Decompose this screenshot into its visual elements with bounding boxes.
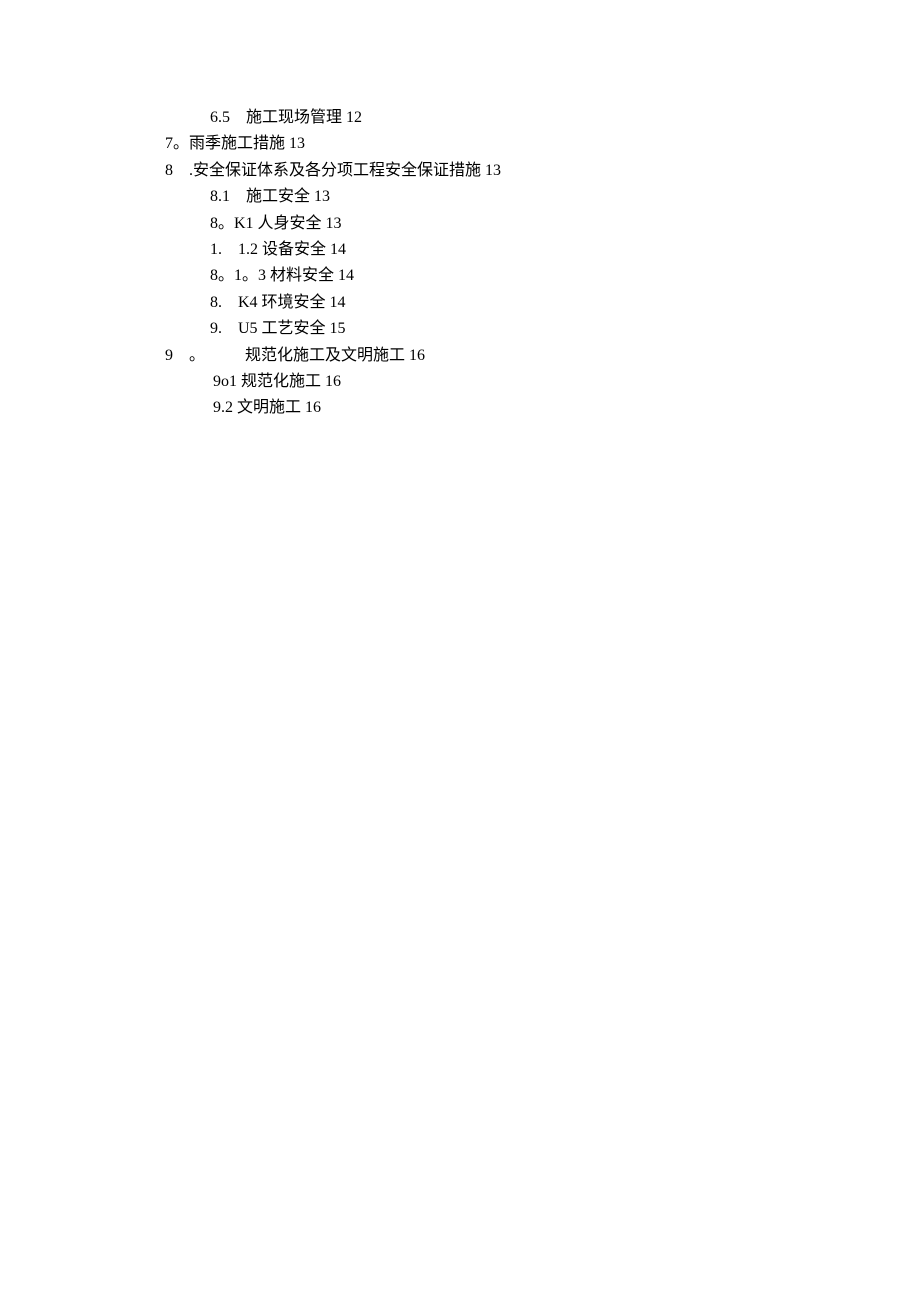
- toc-line: 1. 1.2 设备安全 14: [165, 237, 920, 263]
- toc-line: 8。K1 人身安全 13: [165, 211, 920, 237]
- toc-container: 6.5 施工现场管理 12 7。雨季施工措施 13 8 .安全保证体系及各分项工…: [165, 105, 920, 422]
- toc-line: 8 .安全保证体系及各分项工程安全保证措施 13: [165, 158, 920, 184]
- toc-line: 7。雨季施工措施 13: [165, 131, 920, 157]
- toc-line: 9 。 规范化施工及文明施工 16: [165, 343, 920, 369]
- toc-line: 9. U5 工艺安全 15: [165, 316, 920, 342]
- toc-line: 9.2 文明施工 16: [165, 395, 920, 421]
- toc-line: 6.5 施工现场管理 12: [165, 105, 920, 131]
- toc-line: 8.1 施工安全 13: [165, 184, 920, 210]
- toc-line: 8。1。3 材料安全 14: [165, 263, 920, 289]
- toc-line: 8. K4 环境安全 14: [165, 290, 920, 316]
- toc-line: 9o1 规范化施工 16: [165, 369, 920, 395]
